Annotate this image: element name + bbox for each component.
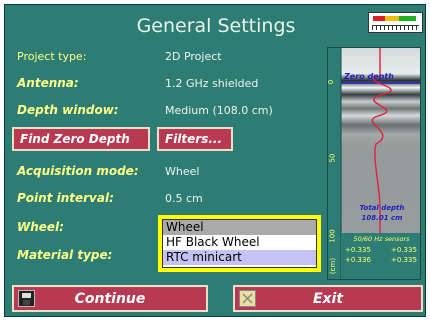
radar-preview-panel: Zero depth 0 50 100 (cm) Total depth 108… <box>327 47 421 280</box>
sensors-panel: 50/60 Hz sensors +0.335 +0.335 +0.336 +0… <box>341 233 420 279</box>
zero-depth-label: Zero depth <box>344 72 394 81</box>
depth-window-label: Depth window: <box>17 103 119 117</box>
wheel-option-wheel[interactable]: Wheel <box>163 220 316 235</box>
sensor-value-3: +0.336 <box>345 256 371 264</box>
material-type-label: Material type: <box>17 248 113 262</box>
find-zero-depth-button[interactable]: Find Zero Depth <box>12 127 150 151</box>
antenna-label: Antenna: <box>17 76 79 90</box>
wheel-listbox[interactable]: Wheel HF Black Wheel RTC minicart <box>158 215 321 272</box>
continue-label: Continue <box>74 291 146 307</box>
acquisition-mode-label: Acquisition mode: <box>17 164 139 178</box>
bottom-bar: Continue Exit <box>9 285 423 312</box>
axis-tick-50: 50 <box>328 153 337 163</box>
axis-unit-label: (cm) <box>329 257 338 275</box>
total-depth-label: Total depth <box>359 204 405 212</box>
sensor-value-1: +0.335 <box>345 246 371 254</box>
wheel-option-rtc-minicart[interactable]: RTC minicart <box>163 250 316 265</box>
sensor-value-4: +0.335 <box>391 256 417 264</box>
point-interval-label: Point interval: <box>17 191 114 205</box>
continue-button[interactable]: Continue <box>12 285 208 312</box>
point-interval-value: 0.5 cm <box>165 192 203 205</box>
wheel-label: Wheel: <box>17 220 64 234</box>
exit-label: Exit <box>312 291 344 307</box>
axis-tick-100: 100 <box>328 229 337 243</box>
project-type-value: 2D Project <box>165 50 222 63</box>
window-title: General Settings <box>136 15 296 37</box>
project-type-label: Project type: <box>17 50 87 63</box>
exit-button[interactable]: Exit <box>233 285 423 312</box>
total-depth-value: 108.01 cm <box>361 214 403 222</box>
sensor-value-2: +0.335 <box>391 246 417 254</box>
filters-button[interactable]: Filters... <box>157 127 233 151</box>
depth-window-value: Medium (108.0 cm) <box>165 104 273 117</box>
general-settings-window: General Settings Project type: 2D Projec… <box>4 4 426 317</box>
wheel-option-hf-black-wheel[interactable]: HF Black Wheel <box>163 235 316 250</box>
antenna-value: 1.2 GHz shielded <box>165 77 259 90</box>
acquisition-mode-value: Wheel <box>165 165 200 178</box>
battery-icon <box>368 12 423 33</box>
axis-tick-0: 0 <box>327 79 336 85</box>
sensors-label: 50/60 Hz sensors <box>353 235 410 243</box>
